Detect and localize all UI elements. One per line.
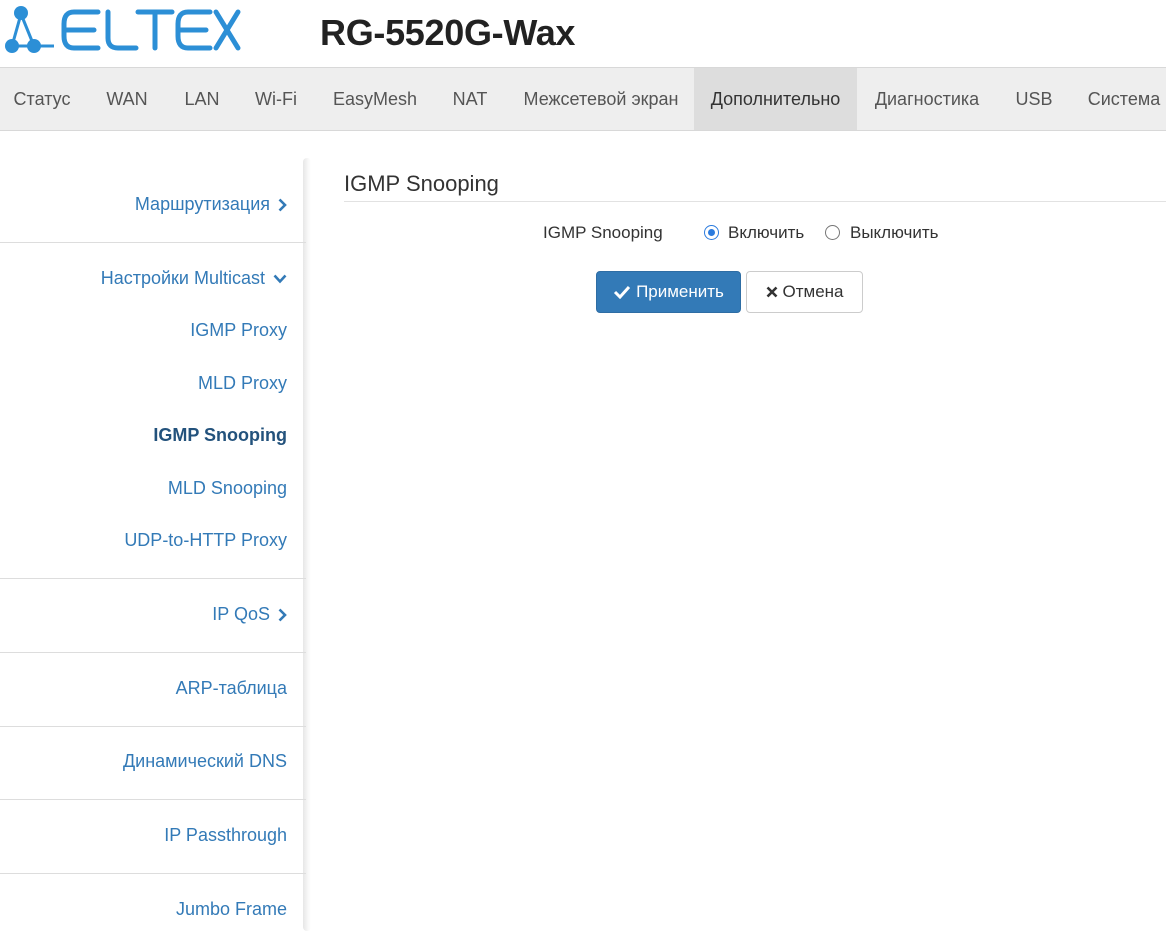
sidebar-divider [0, 652, 306, 653]
cancel-button[interactable]: Отмена [746, 271, 863, 313]
chevron-right-icon [278, 198, 287, 212]
tab-nat[interactable]: NAT [436, 68, 504, 130]
check-icon [614, 285, 631, 299]
sidebar-item-udp-http-proxy[interactable]: UDP-to-HTTP Proxy [124, 530, 287, 551]
sidebar-item-jumbo-frame[interactable]: Jumbo Frame [176, 899, 287, 920]
header: RG-5520G-Wax [0, 0, 1166, 67]
page-title: IGMP Snooping [344, 171, 499, 196]
disable-radio-label[interactable]: Выключить [850, 223, 938, 243]
eltex-logo[interactable] [4, 4, 244, 56]
sidebar-item-ip-passthrough[interactable]: IP Passthrough [164, 825, 287, 846]
sidebar-item-label: Настройки Multicast [100, 268, 265, 288]
tab-usb[interactable]: USB [997, 68, 1071, 130]
sidebar-item-multicast[interactable]: Настройки Multicast [101, 268, 287, 289]
apply-button-label: Применить [636, 282, 724, 301]
cancel-button-label: Отмена [782, 282, 844, 301]
sidebar-item-dynamic-dns[interactable]: Динамический DNS [123, 751, 287, 772]
sidebar-scroll-edge [303, 158, 311, 931]
tab-wifi[interactable]: Wi-Fi [240, 68, 312, 130]
sidebar-item-igmp-snooping[interactable]: IGMP Snooping [153, 425, 287, 446]
device-model-title: RG-5520G-Wax [320, 12, 576, 53]
tab-system[interactable]: Система [1071, 68, 1166, 130]
sidebar-item-mld-proxy[interactable]: MLD Proxy [198, 373, 287, 394]
tab-status[interactable]: Статус [0, 68, 84, 130]
sidebar-item-ip-qos[interactable]: IP QoS [212, 604, 287, 625]
sidebar-item-igmp-proxy[interactable]: IGMP Proxy [190, 320, 287, 341]
title-divider [344, 201, 1166, 202]
close-icon [766, 286, 777, 298]
sidebar-divider [0, 726, 306, 727]
sidebar-item-routing[interactable]: Маршрутизация [135, 194, 287, 215]
tab-diagnostics[interactable]: Диагностика [857, 68, 997, 130]
sidebar: Маршрутизация Настройки Multicast IGMP P… [0, 158, 311, 931]
igmp-snooping-field-label: IGMP Snooping [543, 223, 663, 242]
tab-advanced[interactable]: Дополнительно [694, 68, 857, 130]
tab-firewall[interactable]: Межсетевой экран [508, 68, 694, 130]
enable-radio-label[interactable]: Включить [728, 223, 804, 243]
tab-lan[interactable]: LAN [166, 68, 238, 130]
apply-button[interactable]: Применить [596, 271, 741, 313]
sidebar-divider [0, 578, 306, 579]
disable-radio[interactable] [825, 225, 840, 240]
sidebar-divider [0, 873, 306, 874]
sidebar-item-label: Маршрутизация [134, 194, 270, 214]
top-navigation: Статус WAN LAN Wi-Fi EasyMesh NAT Межсет… [0, 67, 1166, 131]
network-logo-icon [5, 6, 54, 53]
enable-radio[interactable] [704, 225, 719, 240]
sidebar-divider [0, 799, 306, 800]
sidebar-item-arp-table[interactable]: ARP-таблица [176, 678, 287, 699]
sidebar-item-label: IP QoS [212, 604, 270, 624]
chevron-down-icon [273, 274, 287, 284]
tab-easymesh[interactable]: EasyMesh [316, 68, 434, 130]
tab-wan[interactable]: WAN [89, 68, 165, 130]
sidebar-item-mld-snooping[interactable]: MLD Snooping [168, 478, 287, 499]
sidebar-divider [0, 242, 306, 243]
chevron-right-icon [278, 608, 287, 622]
